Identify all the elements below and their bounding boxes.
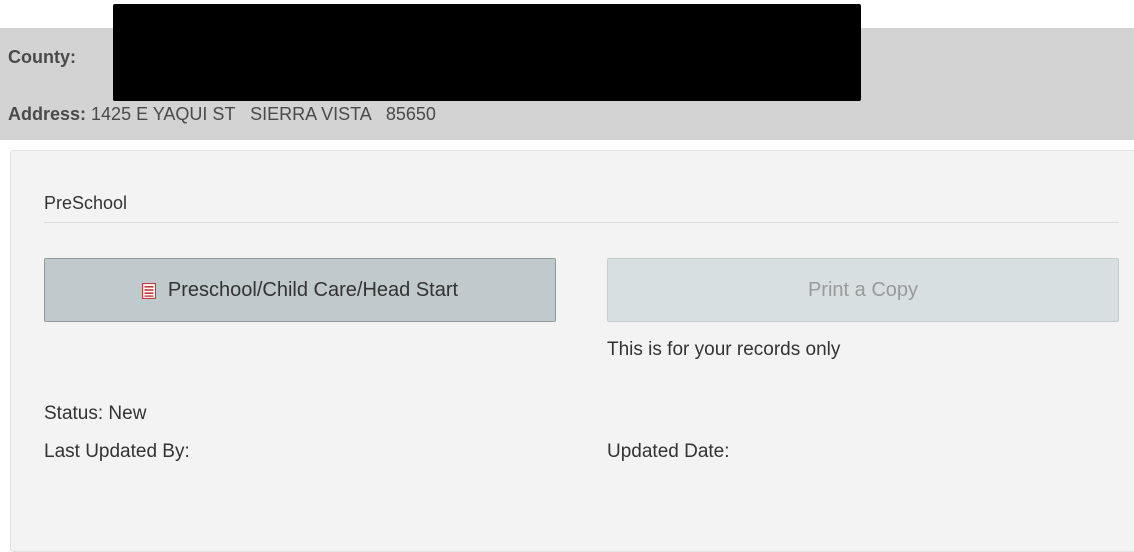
redaction-block	[113, 4, 861, 101]
records-note: This is for your records only	[607, 339, 841, 360]
county-label: County:	[8, 47, 76, 67]
preschool-panel	[10, 150, 1134, 552]
address-line: Address: 1425 E YAQUI ST SIERRA VISTA 85…	[8, 104, 436, 125]
section-title: PreSchool	[44, 193, 128, 213]
address-value: 1425 E YAQUI ST SIERRA VISTA 85650	[86, 104, 436, 124]
status-text: Status: New	[44, 403, 147, 424]
county-line: County:	[8, 47, 76, 68]
print-copy-button-label: Print a Copy	[807, 278, 919, 301]
updated-date-label: Updated Date:	[607, 441, 730, 462]
print-copy-button[interactable]: Print a Copy	[607, 258, 1119, 322]
section-divider	[44, 222, 1119, 223]
preschool-form-button[interactable]: Preschool/Child Care/Head Start	[44, 258, 556, 322]
last-updated-by-label: Last Updated By:	[44, 441, 190, 462]
preschool-form-button-label: Preschool/Child Care/Head Start	[167, 278, 459, 301]
form-icon	[141, 282, 157, 300]
address-label: Address:	[8, 104, 87, 124]
